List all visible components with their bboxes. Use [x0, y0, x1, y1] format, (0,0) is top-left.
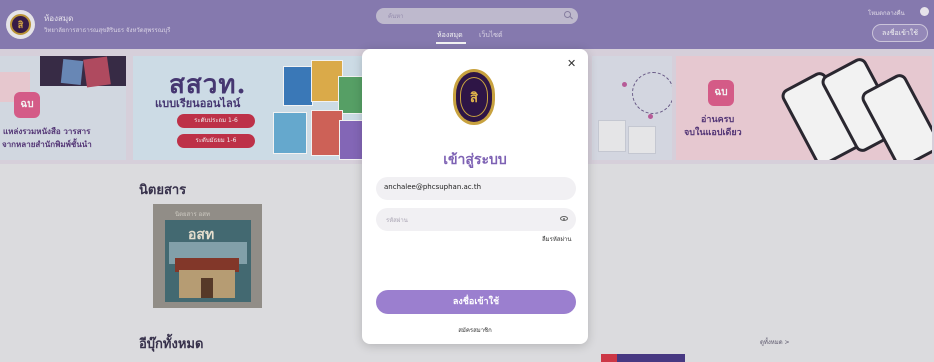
forgot-password-link[interactable]: ลืมรหัสผ่าน [542, 234, 571, 244]
password-field[interactable]: รหัสผ่าน [376, 208, 576, 231]
modal-title: เข้าสู่ระบบ [443, 152, 507, 168]
login-modal: ✕ สิ เข้าสู่ระบบ anchalee@phcsuphan.ac.t… [362, 49, 588, 344]
college-seal-logo: สิ [453, 69, 495, 125]
eye-icon[interactable] [560, 216, 568, 221]
close-icon[interactable]: ✕ [567, 57, 576, 70]
password-placeholder: รหัสผ่าน [386, 217, 408, 224]
submit-login-button[interactable]: ลงชื่อเข้าใช้ [376, 290, 576, 314]
email-value: anchalee@phcsuphan.ac.th [384, 183, 482, 191]
email-field[interactable]: anchalee@phcsuphan.ac.th [376, 177, 576, 200]
seal-ring: สิ [460, 77, 488, 117]
register-link[interactable]: สมัครสมาชิก [362, 325, 588, 335]
